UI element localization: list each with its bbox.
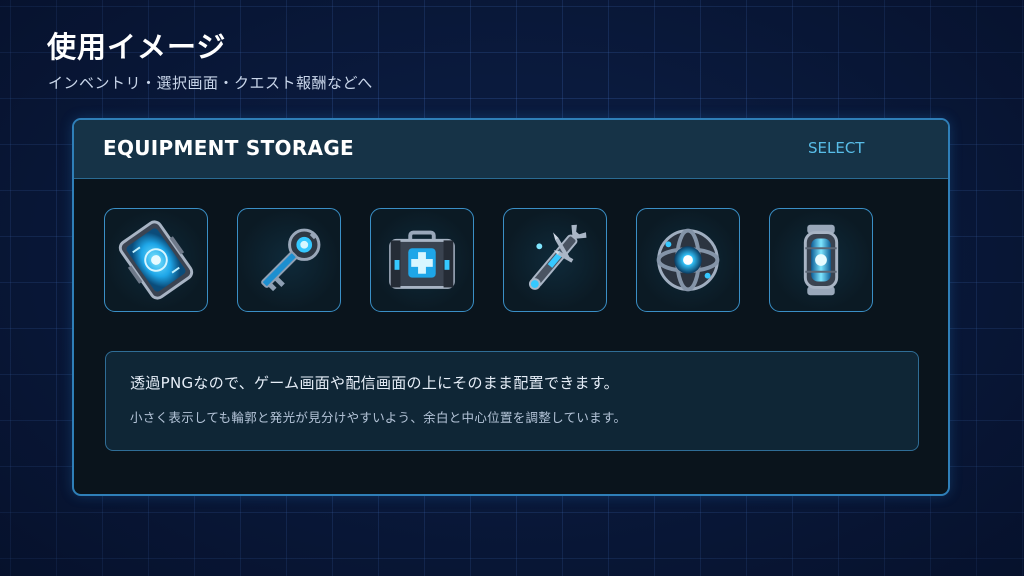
energy-orb-icon — [656, 228, 720, 292]
panel-title: EQUIPMENT STORAGE — [103, 136, 355, 160]
inventory-slot-4[interactable] — [503, 208, 607, 312]
inventory-slot-6[interactable] — [769, 208, 873, 312]
panel-header: EQUIPMENT STORAGE SELECT — [74, 120, 948, 179]
multitool-wrench-icon — [528, 224, 587, 290]
tech-key-icon — [261, 228, 321, 292]
info-main-text: 透過PNGなので、ゲーム画面や配信画面の上にそのまま配置できます。 — [130, 374, 619, 392]
holo-tablet-icon — [118, 220, 194, 300]
toolbox-case-icon — [389, 230, 455, 289]
energy-capsule-icon — [803, 224, 839, 296]
info-sub-text: 小さく表示しても輪郭と発光が見分けやすいよう、余白と中心位置を調整しています。 — [130, 410, 627, 425]
page-title: 使用イメージ — [47, 30, 227, 64]
inventory-slot-2[interactable] — [237, 208, 341, 312]
inventory-slot-3[interactable] — [370, 208, 474, 312]
inventory-slot-5[interactable] — [636, 208, 740, 312]
page-subtitle: インベントリ・選択画面・クエスト報酬などへ — [48, 74, 373, 92]
equipment-storage-panel: EQUIPMENT STORAGE SELECT 透過PNGなので、ゲーム画面や… — [72, 118, 950, 496]
info-box: 透過PNGなので、ゲーム画面や配信画面の上にそのまま配置できます。 小さく表示し… — [105, 351, 919, 451]
select-button[interactable]: SELECT — [808, 139, 864, 157]
inventory-slot-1[interactable] — [104, 208, 208, 312]
